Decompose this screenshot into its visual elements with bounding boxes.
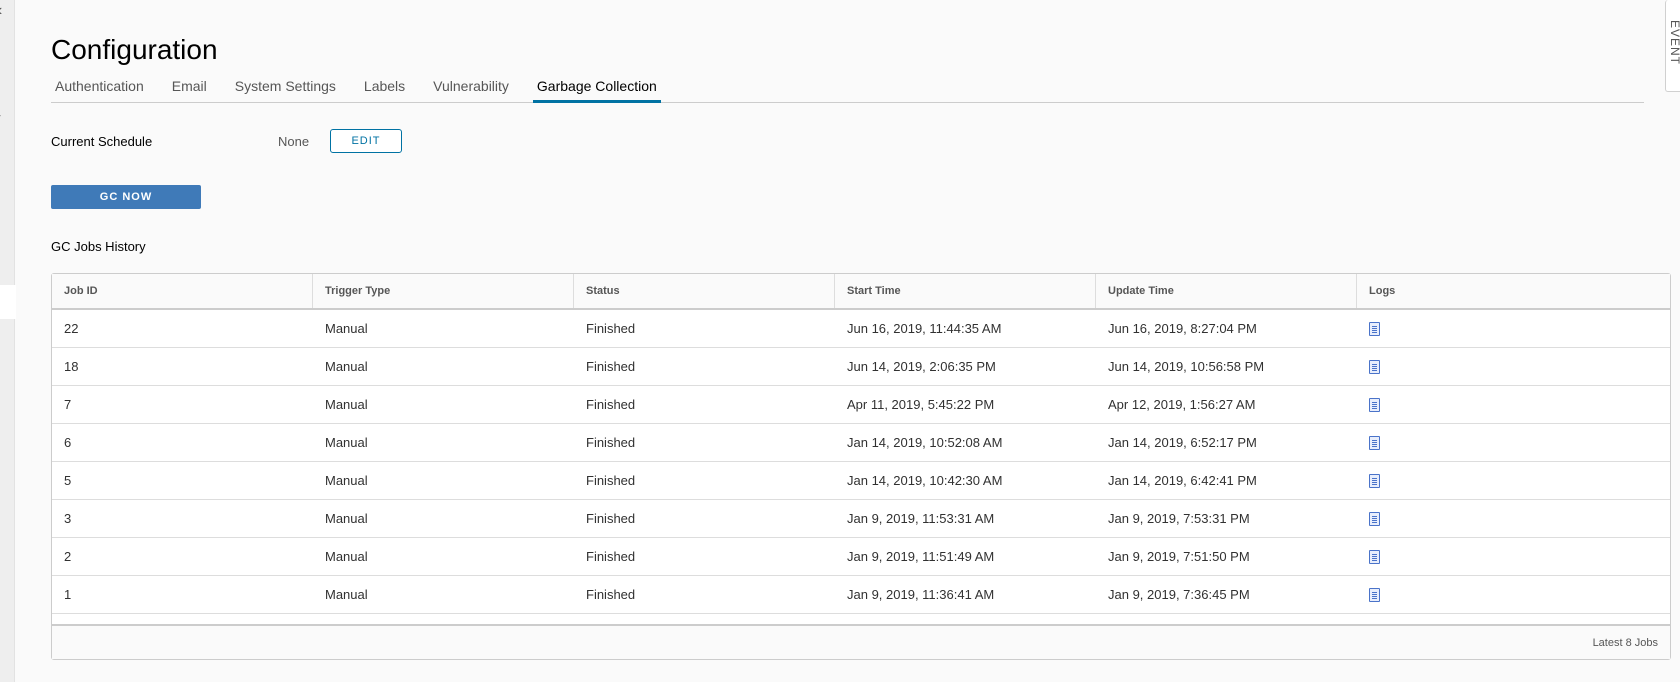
logs-cell	[1357, 576, 1670, 613]
job-id-cell: 3	[64, 511, 72, 526]
status-cell: Finished	[586, 397, 636, 412]
left-nav-rail: ‹ ›	[0, 0, 16, 682]
events-panel-label: EVENT	[1668, 20, 1680, 66]
update-time-cell: Jan 9, 2019, 7:36:45 PM	[1108, 587, 1250, 602]
table-row: 3 Manual Finished Jan 9, 2019, 11:53:31 …	[52, 500, 1670, 538]
schedule-row: Current Schedule None EDIT	[51, 129, 402, 153]
logs-cell	[1357, 424, 1670, 461]
trigger-type-cell: Manual	[325, 397, 368, 412]
log-file-icon[interactable]	[1369, 587, 1380, 602]
logs-cell	[1357, 462, 1670, 499]
tab-email[interactable]: Email	[168, 76, 211, 103]
trigger-type-cell: Manual	[325, 473, 368, 488]
tab-system-settings[interactable]: System Settings	[231, 76, 340, 103]
logs-cell	[1357, 538, 1670, 575]
job-id-cell: 6	[64, 435, 72, 450]
job-id-cell: 7	[64, 397, 72, 412]
update-time-cell: Jan 14, 2019, 6:52:17 PM	[1108, 435, 1257, 450]
logs-cell	[1357, 386, 1670, 423]
table-row: 2 Manual Finished Jan 9, 2019, 11:51:49 …	[52, 538, 1670, 576]
start-time-cell: Jan 14, 2019, 10:42:30 AM	[847, 473, 1003, 488]
page-title: Configuration	[51, 34, 218, 65]
history-title: GC Jobs History	[51, 239, 146, 254]
column-header-update-time[interactable]: Update Time	[1096, 274, 1357, 308]
update-time-cell: Jan 14, 2019, 6:42:41 PM	[1108, 473, 1257, 488]
start-time-cell: Apr 11, 2019, 5:45:22 PM	[847, 397, 995, 412]
column-header-status[interactable]: Status	[574, 274, 835, 308]
schedule-value: None	[278, 133, 310, 149]
log-file-icon[interactable]	[1369, 359, 1380, 374]
trigger-type-cell: Manual	[325, 359, 368, 374]
table-row: 5 Manual Finished Jan 14, 2019, 10:42:30…	[52, 462, 1670, 500]
column-header-trigger-type[interactable]: Trigger Type	[313, 274, 574, 308]
collapse-chevron-icon[interactable]: ‹	[0, 2, 2, 20]
table-header: Job ID Trigger Type Status Start Time Up…	[52, 274, 1670, 310]
schedule-label: Current Schedule	[51, 133, 153, 149]
edit-schedule-button[interactable]: EDIT	[330, 129, 402, 153]
status-cell: Finished	[586, 587, 636, 602]
events-panel-tab[interactable]: EVENT	[1665, 0, 1680, 92]
job-id-cell: 2	[64, 549, 72, 564]
start-time-cell: Jan 14, 2019, 10:52:08 AM	[847, 435, 1003, 450]
update-time-cell: Jan 9, 2019, 7:51:50 PM	[1108, 549, 1250, 564]
trigger-type-cell: Manual	[325, 549, 368, 564]
column-header-job-id[interactable]: Job ID	[52, 274, 313, 308]
table-row: 18 Manual Finished Jun 14, 2019, 2:06:35…	[52, 348, 1670, 386]
tab-garbage-collection[interactable]: Garbage Collection	[532, 76, 661, 103]
start-time-cell: Jan 9, 2019, 11:53:31 AM	[847, 511, 995, 526]
status-cell: Finished	[586, 549, 636, 564]
logs-cell	[1357, 348, 1670, 385]
start-time-cell: Jan 9, 2019, 11:36:41 AM	[847, 587, 995, 602]
update-time-cell: Jun 16, 2019, 8:27:04 PM	[1108, 321, 1257, 336]
status-cell: Finished	[586, 511, 636, 526]
log-file-icon[interactable]	[1369, 549, 1380, 564]
start-time-cell: Jun 14, 2019, 2:06:35 PM	[847, 359, 996, 374]
table-row: 6 Manual Finished Jan 14, 2019, 10:52:08…	[52, 424, 1670, 462]
tab-vulnerability[interactable]: Vulnerability	[429, 76, 513, 103]
status-cell: Finished	[586, 359, 636, 374]
job-id-cell: 18	[64, 359, 79, 374]
log-file-icon[interactable]	[1369, 397, 1380, 412]
update-time-cell: Apr 12, 2019, 1:56:27 AM	[1108, 397, 1256, 412]
start-time-cell: Jun 16, 2019, 11:44:35 AM	[847, 321, 1002, 336]
column-header-start-time[interactable]: Start Time	[835, 274, 1096, 308]
status-cell: Finished	[586, 473, 636, 488]
status-cell: Finished	[586, 321, 636, 336]
job-id-cell: 5	[64, 473, 72, 488]
update-time-cell: Jan 9, 2019, 7:53:31 PM	[1108, 511, 1250, 526]
update-time-cell: Jun 14, 2019, 10:56:58 PM	[1108, 359, 1265, 374]
trigger-type-cell: Manual	[325, 587, 368, 602]
table-footer: Latest 8 Jobs	[52, 624, 1670, 659]
nav-chevron-icon[interactable]: ›	[0, 108, 1, 122]
column-header-logs[interactable]: Logs	[1357, 274, 1670, 308]
table-row: 22 Manual Finished Jun 16, 2019, 11:44:3…	[52, 310, 1670, 348]
nav-active-indicator	[0, 285, 16, 319]
trigger-type-cell: Manual	[325, 435, 368, 450]
gc-now-button[interactable]: GC NOW	[51, 185, 201, 209]
job-id-cell: 1	[64, 587, 72, 602]
config-tabs: Authentication Email System Settings Lab…	[51, 76, 1644, 103]
gc-history-table: Job ID Trigger Type Status Start Time Up…	[51, 273, 1671, 660]
status-cell: Finished	[586, 435, 636, 450]
log-file-icon[interactable]	[1369, 473, 1380, 488]
table-row: 7 Manual Finished Apr 11, 2019, 5:45:22 …	[52, 386, 1670, 424]
log-file-icon[interactable]	[1369, 511, 1380, 526]
tab-authentication[interactable]: Authentication	[51, 76, 148, 103]
log-file-icon[interactable]	[1369, 321, 1380, 336]
trigger-type-cell: Manual	[325, 511, 368, 526]
tab-labels[interactable]: Labels	[360, 76, 409, 103]
trigger-type-cell: Manual	[325, 321, 368, 336]
logs-cell	[1357, 500, 1670, 537]
logs-cell	[1357, 310, 1670, 347]
job-id-cell: 22	[64, 321, 79, 336]
start-time-cell: Jan 9, 2019, 11:51:49 AM	[847, 549, 995, 564]
table-row: 1 Manual Finished Jan 9, 2019, 11:36:41 …	[52, 576, 1670, 614]
log-file-icon[interactable]	[1369, 435, 1380, 450]
